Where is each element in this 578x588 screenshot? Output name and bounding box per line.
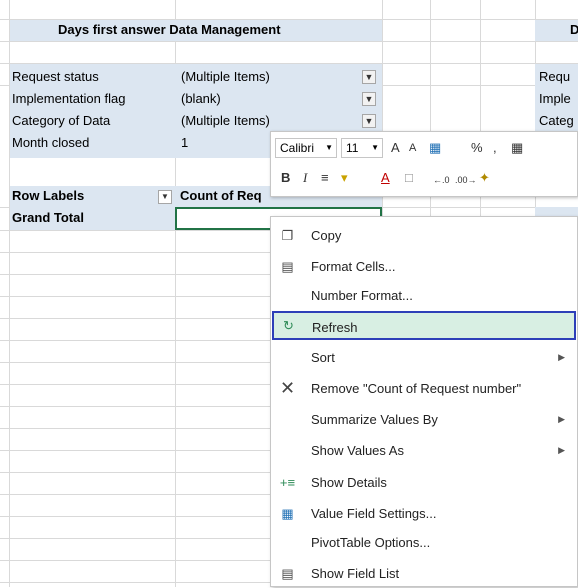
italic-icon[interactable]: I <box>303 168 307 188</box>
row-labels-header: Row Labels <box>12 188 85 203</box>
filter-value-request-status: (Multiple Items) <box>181 69 270 84</box>
refresh-icon: ↻ <box>283 318 294 333</box>
right-pivot-title: D <box>570 22 578 37</box>
menu-item-copy[interactable]: ❐ Copy <box>271 221 577 250</box>
filter-value-month-closed: 1 <box>181 135 189 150</box>
field-list-icon: ▤ <box>281 566 294 581</box>
menu-item-label: Sort <box>311 350 335 365</box>
filter-label-month-closed: Month closed <box>12 135 90 150</box>
borders-icon[interactable]: □ <box>405 168 413 188</box>
menu-item-sort[interactable]: Sort ▶ <box>271 343 577 372</box>
chevron-down-icon: ▼ <box>371 143 379 152</box>
filter-label-category-of-data: Category of Data <box>12 113 111 128</box>
format-cells-icon: ▤ <box>281 259 294 274</box>
comma-icon[interactable]: , <box>493 138 497 158</box>
menu-item-label: PivotTable Options... <box>311 535 431 550</box>
menu-item-label: Show Details <box>311 475 387 490</box>
font-size-box[interactable]: 11 ▼ <box>341 138 383 158</box>
format-painter-icon[interactable]: ✦ <box>479 168 490 188</box>
filter-label-implementation-flag: Implementation flag <box>12 91 126 106</box>
mini-toolbar: Calibri ▼ 11 ▼ A A ▦ % , ▦ B I ≡ ▾ A □ ←… <box>270 131 578 197</box>
filter-label-request-status: Request status <box>12 69 99 84</box>
right-filter-label-2: Imple <box>539 91 571 106</box>
filter-dropdown-request-status[interactable]: ▼ <box>362 70 376 84</box>
filter-dropdown-implementation-flag[interactable]: ▼ <box>362 92 376 106</box>
font-name-box[interactable]: Calibri ▼ <box>275 138 337 158</box>
menu-item-label: Show Values As <box>311 443 404 458</box>
right-filter-label-3: Categ <box>539 113 574 128</box>
menu-item-label: Remove "Count of Request number" <box>311 381 522 396</box>
submenu-arrow-icon: ▶ <box>558 352 565 362</box>
menu-item-format-cells[interactable]: ▤ Format Cells... <box>271 252 577 281</box>
bold-icon[interactable]: B <box>281 168 290 188</box>
submenu-arrow-icon: ▶ <box>558 414 565 424</box>
menu-item-summarize-values-by[interactable]: Summarize Values By ▶ <box>271 405 577 434</box>
menu-item-label: Number Format... <box>311 288 413 303</box>
row-labels-dropdown[interactable]: ▼ <box>158 190 172 204</box>
right-filter-label-1: Requ <box>539 69 571 84</box>
grand-total-label: Grand Total <box>12 210 84 225</box>
grow-font-icon[interactable]: A <box>391 138 400 158</box>
menu-item-number-format[interactable]: Number Format... <box>271 281 577 310</box>
percent-icon[interactable]: % <box>471 138 483 158</box>
menu-item-show-details[interactable]: +≡ Show Details <box>271 468 577 497</box>
format-table-icon[interactable]: ▦ <box>511 138 523 158</box>
align-center-icon[interactable]: ≡ <box>321 168 329 188</box>
font-size-value: 11 <box>346 141 359 155</box>
copy-icon: ❐ <box>281 228 294 243</box>
context-menu: ❐ Copy ▤ Format Cells... Number Format..… <box>270 216 578 587</box>
submenu-arrow-icon: ▶ <box>558 445 565 455</box>
menu-item-value-field-settings[interactable]: ▦ Value Field Settings... <box>271 499 577 528</box>
count-header: Count of Req <box>180 188 262 203</box>
menu-item-label: Format Cells... <box>311 259 396 274</box>
chevron-down-icon: ▼ <box>325 143 333 152</box>
menu-item-remove-field[interactable]: ✕ Remove "Count of Request number" <box>271 374 577 403</box>
menu-item-label: Value Field Settings... <box>311 506 437 521</box>
shrink-font-icon[interactable]: A <box>409 138 416 158</box>
value-field-settings-icon: ▦ <box>281 506 294 521</box>
pivot-title: Days first answer Data Management <box>58 22 281 37</box>
font-color-icon[interactable]: A <box>381 168 390 188</box>
menu-item-show-values-as[interactable]: Show Values As ▶ <box>271 436 577 465</box>
filter-dropdown-category-of-data[interactable]: ▼ <box>362 114 376 128</box>
increase-decimal-icon[interactable]: ←.0 <box>433 170 450 190</box>
remove-x-icon: ✕ <box>279 378 296 398</box>
menu-item-label: Summarize Values By <box>311 412 438 427</box>
menu-item-refresh[interactable]: ↻ Refresh <box>272 311 576 340</box>
show-details-icon: +≡ <box>279 475 296 490</box>
menu-item-pivottable-options[interactable]: PivotTable Options... <box>271 528 577 557</box>
fill-color-icon[interactable]: ▾ <box>341 168 348 188</box>
filter-value-category-of-data: (Multiple Items) <box>181 113 270 128</box>
menu-item-show-field-list[interactable]: ▤ Show Field List <box>271 559 577 588</box>
filter-value-implementation-flag: (blank) <box>181 91 221 106</box>
menu-item-label: Refresh <box>312 320 358 335</box>
decrease-decimal-icon[interactable]: .00→ <box>455 170 477 190</box>
menu-item-label: Copy <box>311 228 342 243</box>
menu-item-label: Show Field List <box>311 566 400 581</box>
font-name-value: Calibri <box>280 141 315 155</box>
accounting-format-icon[interactable]: ▦ <box>429 138 441 158</box>
